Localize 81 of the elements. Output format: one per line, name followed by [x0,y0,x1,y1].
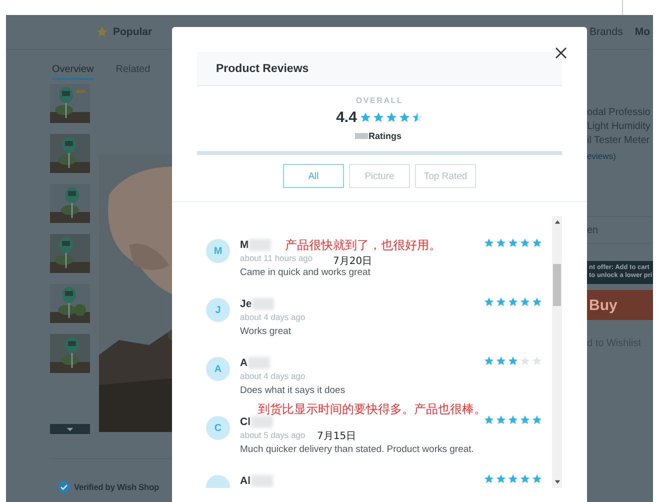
filter-tab[interactable]: All [283,164,344,188]
nav-link[interactable]: Popular [113,26,152,38]
nav-link[interactable]: Brands [590,26,623,38]
caret-icon [66,426,74,432]
reviewer-name: Je [240,298,252,310]
star-icon [532,474,542,484]
review-time: about 4 days ago [240,371,306,381]
star-icon [496,474,506,484]
star-icon [484,297,494,307]
star-icon [520,297,530,307]
dialog-title: Product Reviews [216,62,309,74]
review-text: Much quicker delivery than stated. Product works great. [240,444,474,455]
average-score: 4.4 [336,109,357,126]
star-icon [398,112,410,123]
scrollbar[interactable] [552,216,562,488]
avatar: C [206,416,230,440]
reviewer-name: A [240,356,248,368]
reviewer-name: M [240,238,249,250]
filter-tab[interactable]: Picture [349,164,410,188]
ratings-label: Ratings [368,131,402,141]
check-icon [58,481,70,493]
star-icon [532,415,542,425]
review-time: about 11 hours ago [240,253,313,263]
redaction-blur [250,474,272,486]
star-icon [532,297,542,307]
avatar: A [206,357,230,381]
translation-note: 产品很快就到了，也很好用。 [285,237,441,254]
star-icon [508,415,518,425]
star-icon [508,474,518,484]
date-note: 7月20日 [333,255,372,268]
verified-label: Verified by Wish Shop [74,482,159,492]
star-icon [484,415,494,425]
star-icon [372,112,384,123]
star-icon [520,238,530,248]
close-icon [555,47,567,59]
redaction-blur [250,416,272,428]
overall-label: OVERALL [356,96,404,105]
date-note: 7月15日 [317,430,356,443]
scrollbar-thumb[interactable] [553,264,561,306]
star-icon [96,26,108,38]
nav-link[interactable]: Mo [634,26,650,38]
reviewer-name: Cl [240,416,250,428]
star-icon [484,238,494,248]
star-icon [496,356,506,366]
star-icon [386,112,397,123]
close-button[interactable] [554,46,568,60]
review-text: Came in quick and works great [240,267,370,278]
review-time: about 5 days ago [240,430,306,440]
star-icon [520,415,530,425]
star-icon [484,356,494,366]
star-icon [508,356,518,366]
redaction-blur [248,238,271,250]
star-icon [508,297,518,307]
avatar: J [206,298,230,322]
star-icon [496,297,506,307]
reviewer-name: Al [240,474,250,486]
tab[interactable]: Overview [52,64,94,80]
translation-note: 到货比显示时间的要快得多。产品也很棒。 [258,401,486,418]
buy-button[interactable]: Buy [587,290,653,320]
star-icon [496,238,506,248]
star-icon [520,356,530,366]
star-icon [484,474,494,484]
filter-tab[interactable]: Top Rated [415,164,476,188]
scroll-down-button[interactable] [50,424,90,434]
reviews-link[interactable]: eviews) [587,151,653,161]
review-time: about 4 days ago [240,312,306,322]
star-icon [360,112,371,123]
star-icon [508,238,518,248]
scroll-up-icon [554,219,560,225]
redaction-blur [248,356,270,368]
avatar: M [206,239,230,263]
redaction-blur [252,298,274,310]
scroll-down-icon [554,479,560,485]
star-icon [496,415,506,425]
star-icon [532,238,542,248]
review-text: Works great [240,326,292,337]
redaction-blur [355,133,368,139]
review-text: Does what it says it does [240,385,346,396]
star-icon [520,474,530,484]
star-icon [532,356,542,366]
star-icon [412,112,423,123]
